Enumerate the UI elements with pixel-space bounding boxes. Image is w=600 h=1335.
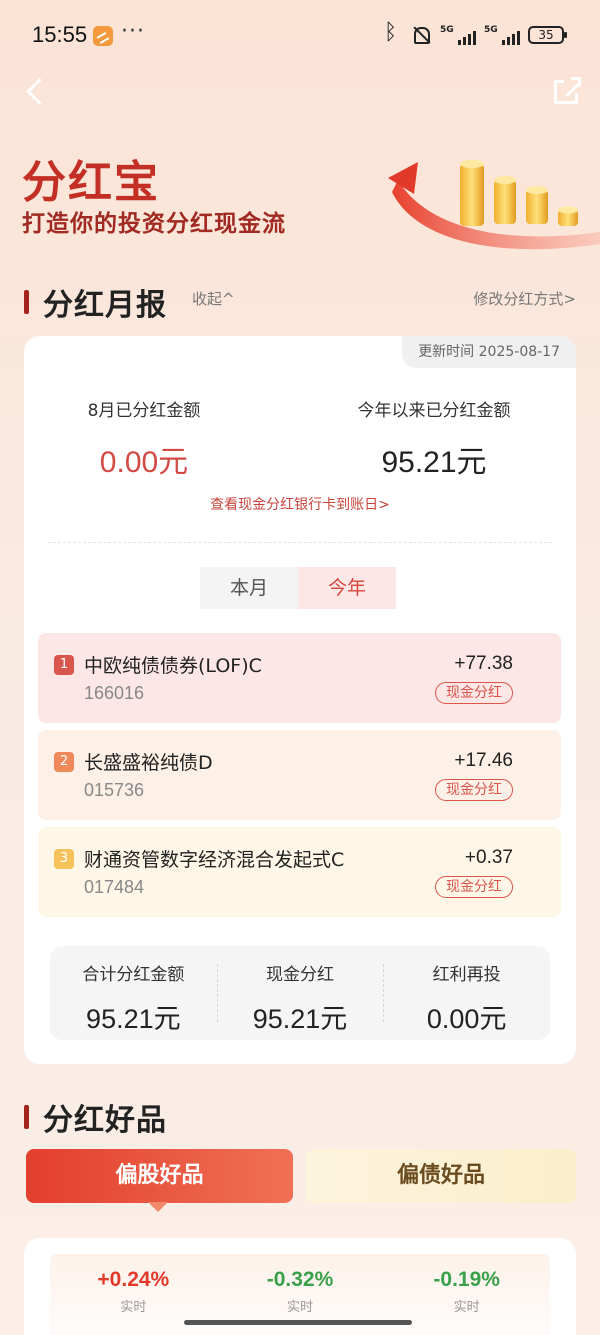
- fund-name: 中欧纯债债券(LOF)C: [84, 655, 262, 677]
- collapse-toggle[interactable]: 收起^: [192, 288, 235, 309]
- section-accent-bar: [24, 1105, 29, 1129]
- app-notification-icon: [93, 26, 113, 46]
- bluetooth-icon: [380, 20, 402, 46]
- goods-tabs: 偏股好品 偏债好品: [26, 1149, 576, 1205]
- realtime-label: 实时: [453, 1300, 480, 1315]
- rank-badge: 1: [54, 655, 74, 675]
- realtime-change: -0.32%: [266, 1268, 334, 1291]
- divider: [48, 542, 552, 543]
- fund-row[interactable]: 3 财通资管数字经济混合发起式C 017484 +0.37 现金分红: [38, 827, 561, 917]
- coin-growth-illustration: [388, 160, 600, 250]
- update-time-badge: 更新时间 2025-08-17: [402, 336, 576, 368]
- realtime-change: -0.19%: [433, 1268, 500, 1291]
- period-segmented-control: 本月 今年: [200, 567, 396, 609]
- summary-cash: 现金分红 95.21元: [216, 946, 384, 1040]
- month-dividend-stat: 8月已分红金额 0.00元: [64, 396, 224, 481]
- status-bar: 15:55 ··· 5G 5G 35: [0, 0, 600, 70]
- signal-5g-icon: 5G: [440, 25, 476, 45]
- battery-icon: 35: [528, 26, 567, 44]
- hero-title: 分红宝: [22, 157, 160, 208]
- fund-code: 015736: [84, 780, 145, 800]
- rank-badge: 2: [54, 752, 74, 772]
- report-section-header: 分红月报: [24, 280, 167, 324]
- dividend-report-card: 更新时间 2025-08-17 8月已分红金额 0.00元 今年以来已分红金额 …: [24, 336, 576, 1064]
- summary-total: 合计分红金额 95.21元: [50, 946, 217, 1040]
- dividend-summary: 合计分红金额 95.21元 现金分红 95.21元 红利再投 0.00元: [50, 946, 550, 1040]
- status-indicators: 5G 5G 35: [380, 20, 567, 46]
- realtime-change: +0.24%: [97, 1268, 170, 1291]
- realtime-label: 实时: [287, 1300, 314, 1315]
- tab-this-month[interactable]: 本月: [200, 567, 298, 609]
- summary-value: 0.00元: [426, 1004, 507, 1034]
- goods-section-header: 分红好品: [24, 1095, 167, 1139]
- cash-dividend-tag: 现金分红: [435, 779, 513, 801]
- status-time: 15:55: [32, 22, 88, 47]
- month-dividend-label: 8月已分红金额: [87, 401, 201, 421]
- realtime-label: 实时: [120, 1300, 147, 1315]
- cash-dividend-tag: 现金分红: [435, 682, 513, 704]
- mute-bell-icon: [410, 24, 432, 46]
- cash-dividend-tag: 现金分红: [435, 876, 513, 898]
- report-section-title: 分红月报: [43, 288, 167, 323]
- back-button[interactable]: [22, 78, 48, 104]
- signal-label: 5G: [440, 25, 454, 35]
- year-dividend-stat: 今年以来已分红金额 95.21元: [334, 396, 534, 481]
- fund-row[interactable]: 2 长盛盛裕纯债D 015736 +17.46 现金分红: [38, 730, 561, 820]
- fund-row[interactable]: 1 中欧纯债债券(LOF)C 166016 +77.38 现金分红: [38, 633, 561, 723]
- fund-dividend-amount: +0.37: [464, 847, 513, 868]
- fund-name: 长盛盛裕纯债D: [84, 752, 213, 774]
- fund-name: 财通资管数字经济混合发起式C: [84, 849, 345, 871]
- section-accent-bar: [24, 290, 29, 314]
- tab-this-year[interactable]: 今年: [298, 567, 396, 609]
- tab-stock-goods[interactable]: 偏股好品: [26, 1149, 293, 1203]
- summary-reinvest: 红利再投 0.00元: [383, 946, 550, 1040]
- summary-label: 合计分红金额: [82, 965, 185, 985]
- active-tab-pointer: [148, 1202, 168, 1212]
- tab-bond-goods[interactable]: 偏债好品: [306, 1149, 576, 1203]
- fund-dividend-amount: +17.46: [454, 750, 513, 771]
- goods-section-title: 分红好品: [43, 1103, 167, 1138]
- hero-subtitle: 打造你的投资分红现金流: [22, 211, 286, 237]
- year-dividend-value: 95.21元: [381, 446, 487, 479]
- signal-label-2: 5G: [484, 25, 498, 35]
- summary-value: 95.21元: [252, 1004, 348, 1034]
- fund-code: 017484: [84, 877, 145, 897]
- bank-arrival-link[interactable]: 查看现金分红银行卡到账日>: [24, 494, 576, 514]
- home-indicator[interactable]: [184, 1320, 412, 1325]
- year-dividend-label: 今年以来已分红金额: [357, 401, 511, 421]
- more-notifications-icon: ···: [121, 19, 145, 44]
- summary-label: 现金分红: [266, 965, 334, 985]
- month-dividend-value: 0.00元: [99, 446, 189, 479]
- signal-5g-icon-2: 5G: [484, 25, 520, 45]
- fund-code: 166016: [84, 683, 145, 703]
- modify-dividend-method-link[interactable]: 修改分红方式>: [473, 288, 576, 309]
- summary-label: 红利再投: [432, 965, 501, 985]
- summary-value: 95.21元: [86, 1004, 181, 1034]
- share-button[interactable]: [552, 74, 584, 106]
- rank-badge: 3: [54, 849, 74, 869]
- fund-dividend-amount: +77.38: [454, 653, 513, 674]
